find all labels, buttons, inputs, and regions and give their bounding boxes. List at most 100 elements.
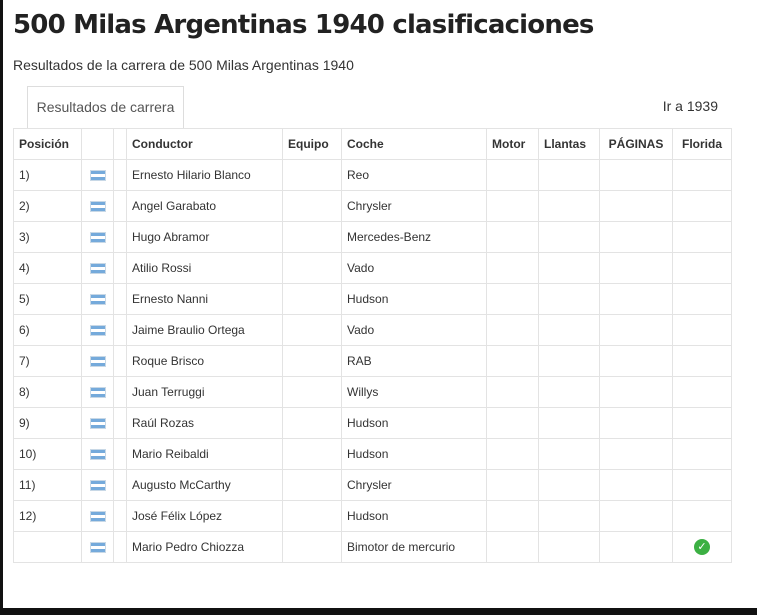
cell-position: 2): [13, 190, 82, 222]
cell-driver: Atilio Rossi: [126, 252, 283, 284]
cell-car: RAB: [341, 345, 487, 377]
cell-car: Hudson: [341, 407, 487, 439]
cell-position: 1): [13, 159, 82, 191]
previous-year-link[interactable]: Ir a 1939: [663, 98, 718, 114]
cell-pages: [599, 190, 673, 222]
cell-position: 9): [13, 407, 82, 439]
cell-blank: [113, 531, 127, 563]
tab-race-results[interactable]: Resultados de carrera: [27, 86, 184, 128]
header-position: Posición: [13, 128, 82, 160]
window-bottom-bar: [0, 608, 757, 615]
cell-team: [282, 314, 342, 346]
cell-blank: [113, 438, 127, 470]
cell-tyres: [538, 469, 600, 501]
cell-position: 12): [13, 500, 82, 532]
cell-tyres: [538, 314, 600, 346]
cell-driver: José Félix López: [126, 500, 283, 532]
cell-position: 6): [13, 314, 82, 346]
cell-pages: [599, 345, 673, 377]
cell-engine: [486, 407, 539, 439]
header-team: Equipo: [282, 128, 342, 160]
cell-engine: [486, 283, 539, 315]
cell-florida: [672, 438, 732, 470]
flag-argentina-icon: [89, 356, 106, 368]
table-row: 3) Hugo Abramor Mercedes-Benz: [13, 221, 732, 253]
cell-car: Hudson: [341, 283, 487, 315]
cell-position: 5): [13, 283, 82, 315]
cell-driver: Hugo Abramor: [126, 221, 283, 253]
cell-car: Vado: [341, 252, 487, 284]
cell-flag: [81, 531, 114, 563]
cell-blank: [113, 252, 127, 284]
cell-position: 4): [13, 252, 82, 284]
cell-flag: [81, 407, 114, 439]
cell-team: [282, 500, 342, 532]
cell-florida: [672, 407, 732, 439]
cell-team: [282, 469, 342, 501]
cell-tyres: [538, 252, 600, 284]
cell-engine: [486, 469, 539, 501]
cell-position: 11): [13, 469, 82, 501]
cell-florida: [672, 252, 732, 284]
cell-florida: [672, 190, 732, 222]
table-row: 11) Augusto McCarthy Chrysler: [13, 469, 732, 501]
cell-blank: [113, 159, 127, 191]
flag-argentina-icon: [89, 263, 106, 275]
results-table-body: 1) Ernesto Hilario Blanco Reo 2) Angel Garab…: [13, 159, 732, 563]
table-row: 9) Raúl Rozas Hudson: [13, 407, 732, 439]
cell-position: 8): [13, 376, 82, 408]
table-row: 1) Ernesto Hilario Blanco Reo: [13, 159, 732, 191]
cell-florida: [672, 376, 732, 408]
cell-car: Vado: [341, 314, 487, 346]
cell-team: [282, 283, 342, 315]
cell-pages: [599, 314, 673, 346]
cell-car: Chrysler: [341, 469, 487, 501]
table-row: 8) Juan Terruggi Willys: [13, 376, 732, 408]
cell-driver: Mario Pedro Chiozza: [126, 531, 283, 563]
cell-engine: [486, 531, 539, 563]
cell-engine: [486, 221, 539, 253]
cell-car: Willys: [341, 376, 487, 408]
flag-argentina-icon: [89, 480, 106, 492]
cell-position: 3): [13, 221, 82, 253]
cell-tyres: [538, 407, 600, 439]
cell-flag: [81, 345, 114, 377]
cell-engine: [486, 376, 539, 408]
check-icon: ✓: [694, 539, 710, 555]
cell-car: Mercedes-Benz: [341, 221, 487, 253]
cell-blank: [113, 500, 127, 532]
header-tyres: Llantas: [538, 128, 600, 160]
cell-florida: [672, 221, 732, 253]
cell-driver: Raúl Rozas: [126, 407, 283, 439]
cell-florida: [672, 500, 732, 532]
cell-team: [282, 376, 342, 408]
cell-blank: [113, 314, 127, 346]
cell-flag: [81, 500, 114, 532]
cell-car: Chrysler: [341, 190, 487, 222]
table-row: 10) Mario Reibaldi Hudson: [13, 438, 732, 470]
flag-argentina-icon: [89, 294, 106, 306]
table-row: 6) Jaime Braulio Ortega Vado: [13, 314, 732, 346]
flag-argentina-icon: [89, 418, 106, 430]
cell-blank: [113, 190, 127, 222]
header-car: Coche: [341, 128, 487, 160]
cell-flag: [81, 283, 114, 315]
table-header-row: Posición Conductor Equipo Coche Motor Ll…: [13, 128, 732, 160]
flag-argentina-icon: [89, 325, 106, 337]
flag-argentina-icon: [89, 511, 106, 523]
cell-engine: [486, 500, 539, 532]
cell-car: Hudson: [341, 500, 487, 532]
cell-pages: [599, 407, 673, 439]
cell-team: [282, 531, 342, 563]
table-row: 7) Roque Brisco RAB: [13, 345, 732, 377]
cell-flag: [81, 159, 114, 191]
table-row: Mario Pedro Chiozza Bimotor de mercurio ✓: [13, 531, 732, 563]
cell-pages: [599, 469, 673, 501]
cell-flag: [81, 314, 114, 346]
cell-pages: [599, 376, 673, 408]
cell-driver: Jaime Braulio Ortega: [126, 314, 283, 346]
table-row: 4) Atilio Rossi Vado: [13, 252, 732, 284]
cell-pages: [599, 500, 673, 532]
cell-driver: Ernesto Nanni: [126, 283, 283, 315]
flag-argentina-icon: [89, 449, 106, 461]
